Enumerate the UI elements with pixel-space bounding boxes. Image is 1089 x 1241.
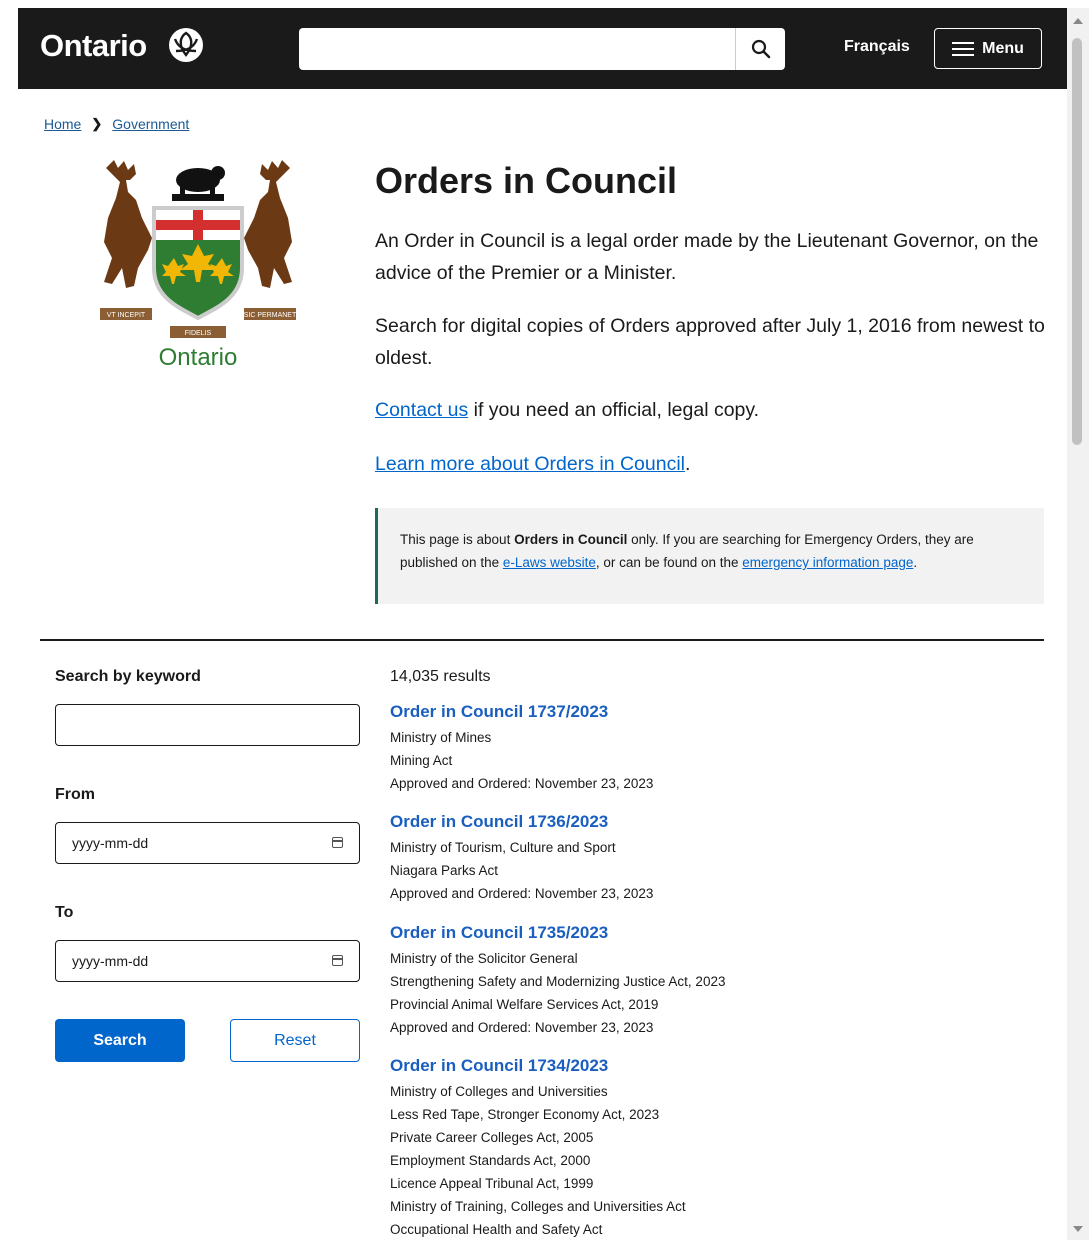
- search-description: Search for digital copies of Orders appr…: [375, 315, 1045, 369]
- intro-paragraph: An Order in Council is a legal order mad…: [375, 230, 1039, 284]
- result-act: Ministry of Training, Colleges and Unive…: [390, 1199, 686, 1214]
- keyword-label: Search by keyword: [55, 668, 201, 685]
- result-act: Less Red Tape, Stronger Economy Act, 202…: [390, 1107, 660, 1122]
- result-item: Order in Council 1735/2023 Ministry of t…: [390, 922, 1040, 1039]
- result-act: Strengthening Safety and Modernizing Jus…: [390, 974, 726, 989]
- callout-text-4: .: [913, 555, 918, 570]
- motto-right: SIC PERMANET: [244, 312, 297, 319]
- language-toggle[interactable]: Français: [844, 38, 910, 56]
- contact-paragraph: Contact us if you need an official, lega…: [375, 394, 1045, 426]
- from-label: From: [55, 786, 95, 803]
- ontario-coat-of-arms: VT INCEPIT SIC PERMANET FIDELIS Ontario: [96, 158, 300, 378]
- breadcrumb: Home ❯ Government: [44, 116, 189, 132]
- result-ministry: Ministry of Tourism, Culture and Sport: [390, 840, 616, 855]
- keyword-input[interactable]: [55, 704, 360, 746]
- ontario-logo[interactable]: Ontario: [40, 28, 147, 64]
- result-act: Mining Act: [390, 753, 453, 768]
- emergency-info-link[interactable]: emergency information page: [742, 555, 913, 570]
- result-act: Occupational Health and Safety Act: [390, 1222, 603, 1237]
- from-date-placeholder: yyyy-mm-dd: [72, 835, 149, 851]
- info-callout: This page is about Orders in Council onl…: [375, 508, 1044, 604]
- site-search: [299, 28, 785, 70]
- result-title-link[interactable]: Order in Council 1735/2023: [390, 922, 1040, 944]
- results-count: 14,035 results: [390, 668, 491, 685]
- result-title-link[interactable]: Order in Council 1737/2023: [390, 701, 1040, 723]
- reset-button[interactable]: Reset: [230, 1019, 360, 1062]
- menu-label: Menu: [982, 39, 1024, 57]
- to-date-placeholder: yyyy-mm-dd: [72, 953, 149, 969]
- result-act: Private Career Colleges Act, 2005: [390, 1130, 594, 1145]
- result-title-link[interactable]: Order in Council 1736/2023: [390, 811, 1040, 833]
- callout-text-1: This page is about: [400, 532, 515, 547]
- page-title: Orders in Council: [375, 160, 678, 201]
- scroll-down-arrow-icon[interactable]: [1073, 1226, 1083, 1232]
- result-act: Licence Appeal Tribunal Act, 1999: [390, 1176, 594, 1191]
- scroll-thumb[interactable]: [1072, 38, 1082, 445]
- search-icon: [751, 39, 770, 59]
- menu-button[interactable]: Menu: [934, 28, 1042, 69]
- result-act: Niagara Parks Act: [390, 863, 499, 878]
- page: Ontario Français Menu Home ❯ Government …: [0, 0, 1089, 1240]
- result-date: Approved and Ordered: November 23, 2023: [390, 776, 654, 791]
- result-act: Provincial Animal Welfare Services Act, …: [390, 997, 659, 1012]
- result-date: Approved and Ordered: November 23, 2023: [390, 886, 654, 901]
- trillium-icon[interactable]: [168, 27, 204, 63]
- learn-more-paragraph: Learn more about Orders in Council.: [375, 448, 1045, 480]
- from-date-input[interactable]: yyyy-mm-dd: [55, 822, 360, 864]
- to-label: To: [55, 904, 74, 921]
- coat-of-arms-icon: VT INCEPIT SIC PERMANET FIDELIS: [100, 160, 297, 338]
- chevron-right-icon: ❯: [91, 116, 103, 131]
- scroll-up-arrow-icon[interactable]: [1073, 18, 1083, 24]
- result-ministry: Ministry of Mines: [390, 730, 492, 745]
- motto-center: FIDELIS: [185, 330, 212, 337]
- result-ministry: Ministry of Colleges and Universities: [390, 1084, 608, 1099]
- site-search-button[interactable]: [735, 28, 785, 70]
- to-date-input[interactable]: yyyy-mm-dd: [55, 940, 360, 982]
- contact-text: if you need an official, legal copy.: [468, 399, 760, 421]
- motto-left: VT INCEPIT: [107, 312, 146, 319]
- site-search-input[interactable]: [299, 28, 736, 70]
- contact-us-link[interactable]: Contact us: [375, 399, 468, 421]
- result-title-link[interactable]: Order in Council 1734/2023: [390, 1055, 1040, 1077]
- breadcrumb-government[interactable]: Government: [112, 116, 189, 132]
- result-item: Order in Council 1736/2023 Ministry of T…: [390, 811, 1040, 905]
- result-ministry: Ministry of the Solicitor General: [390, 951, 578, 966]
- callout-text-3: , or can be found on the: [595, 555, 743, 570]
- learn-more-link[interactable]: Learn more about Orders in Council: [375, 453, 685, 475]
- result-item: Order in Council 1737/2023 Ministry of M…: [390, 701, 1040, 795]
- scrollbar[interactable]: [1067, 8, 1089, 1240]
- result-item: Order in Council 1734/2023 Ministry of C…: [390, 1055, 1040, 1241]
- coat-of-arms-label: Ontario: [158, 344, 238, 371]
- site-header: Ontario Français Menu: [18, 8, 1067, 89]
- learn-more-period: .: [685, 453, 691, 475]
- hamburger-icon: [952, 41, 975, 56]
- search-button[interactable]: Search: [55, 1019, 185, 1062]
- elaws-link[interactable]: e-Laws website: [503, 555, 596, 570]
- calendar-icon[interactable]: [332, 955, 343, 966]
- result-date: Approved and Ordered: November 23, 2023: [390, 1020, 654, 1035]
- result-act: Employment Standards Act, 2000: [390, 1153, 591, 1168]
- callout-bold: Orders in Council: [514, 532, 628, 547]
- breadcrumb-home[interactable]: Home: [44, 116, 81, 132]
- section-divider: [40, 639, 1044, 641]
- calendar-icon[interactable]: [332, 837, 343, 848]
